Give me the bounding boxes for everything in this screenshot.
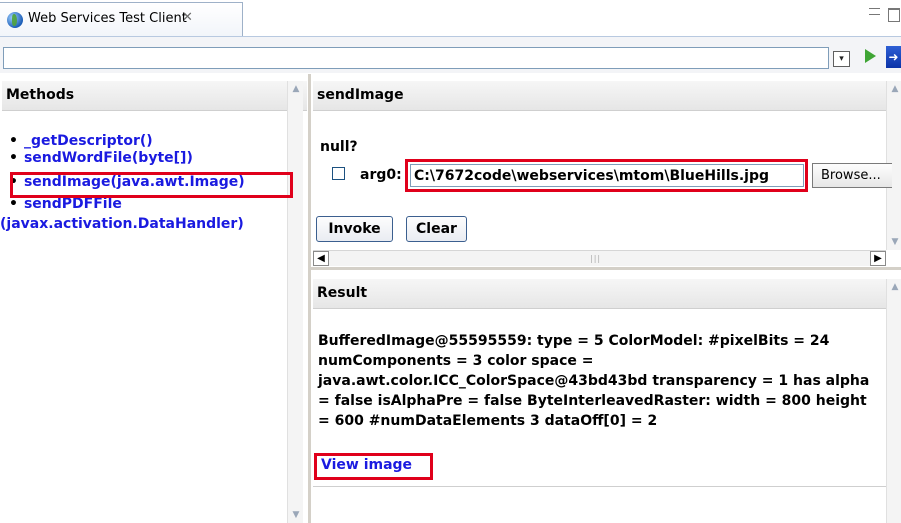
methods-header: Methods (2, 81, 307, 111)
method-item-sendimage[interactable]: • sendImage(java.awt.Image) (9, 174, 245, 190)
browse-button[interactable]: Browse... (812, 163, 892, 188)
result-bottom-rule (313, 486, 886, 487)
method-label[interactable]: sendImage(java.awt.Image) (24, 174, 245, 190)
web-services-globe-icon (7, 12, 23, 28)
method-label[interactable]: (javax.activation.DataHandler) (0, 216, 244, 232)
scroll-down-icon[interactable]: ▼ (289, 507, 303, 523)
arrow-bookmark-icon[interactable]: ➜ (886, 46, 901, 68)
result-scrollbar[interactable]: ▲ (886, 279, 901, 523)
method-item-getdescriptor[interactable]: • _getDescriptor() (9, 133, 153, 149)
send-image-title: sendImage (317, 87, 404, 103)
method-label[interactable]: sendPDFFile (24, 196, 122, 212)
scroll-down-icon[interactable]: ▼ (888, 234, 901, 250)
send-image-horizontal-scrollbar[interactable]: ◀ ||| ▶ (313, 250, 886, 266)
bullet-icon: • (9, 150, 18, 166)
bullet-icon: • (9, 196, 18, 212)
arg0-file-field[interactable] (410, 164, 804, 187)
tab-title: Web Services Test Client (28, 11, 187, 26)
bullet-icon: • (9, 174, 18, 190)
scroll-grip[interactable]: ||| (590, 254, 601, 263)
minimize-icon[interactable] (869, 8, 880, 15)
methods-scrollbar[interactable]: ▲ ▼ (287, 81, 303, 523)
bullet-icon: • (9, 133, 18, 149)
close-icon[interactable]: ✕ (182, 10, 193, 25)
arg0-label: arg0: (360, 167, 402, 183)
scroll-right-icon[interactable]: ▶ (870, 251, 886, 266)
method-item-sendwordfile[interactable]: • sendWordFile(byte[]) (9, 150, 193, 166)
url-input[interactable] (3, 47, 829, 69)
result-title: Result (317, 285, 368, 301)
method-item-sendpdffile-signature[interactable]: (javax.activation.DataHandler) (0, 216, 244, 232)
scroll-up-icon[interactable]: ▲ (289, 81, 303, 97)
clear-button[interactable]: Clear (406, 216, 467, 242)
result-header: Result (313, 279, 886, 309)
chevron-down-icon[interactable]: ▾ (833, 51, 850, 67)
view-image-link[interactable]: View image (321, 457, 412, 473)
null-checkbox[interactable] (332, 167, 345, 180)
null-label: null? (320, 139, 358, 155)
method-label[interactable]: sendWordFile(byte[]) (24, 150, 193, 166)
maximize-icon[interactable] (888, 8, 900, 22)
scroll-up-icon[interactable]: ▲ (888, 81, 901, 97)
result-output-text: BufferedImage@55595559: type = 5 ColorMo… (318, 333, 870, 429)
address-bar: ▾ ➜ (0, 37, 901, 73)
send-image-header: sendImage (313, 81, 886, 111)
play-triangle-icon[interactable] (865, 49, 876, 63)
method-item-sendpdffile[interactable]: • sendPDFFile (9, 196, 122, 212)
methods-title: Methods (6, 87, 75, 103)
editor-tab-bar: Web Services Test Client ✕ (0, 0, 901, 37)
scroll-left-icon[interactable]: ◀ (313, 251, 329, 266)
method-label[interactable]: _getDescriptor() (24, 133, 153, 149)
invoke-button[interactable]: Invoke (316, 216, 393, 242)
panel-divider-vertical[interactable] (308, 74, 311, 523)
scroll-up-icon[interactable]: ▲ (888, 279, 901, 295)
panel-divider-horizontal[interactable] (311, 267, 901, 270)
tab-web-services-test-client[interactable]: Web Services Test Client ✕ (0, 2, 243, 36)
